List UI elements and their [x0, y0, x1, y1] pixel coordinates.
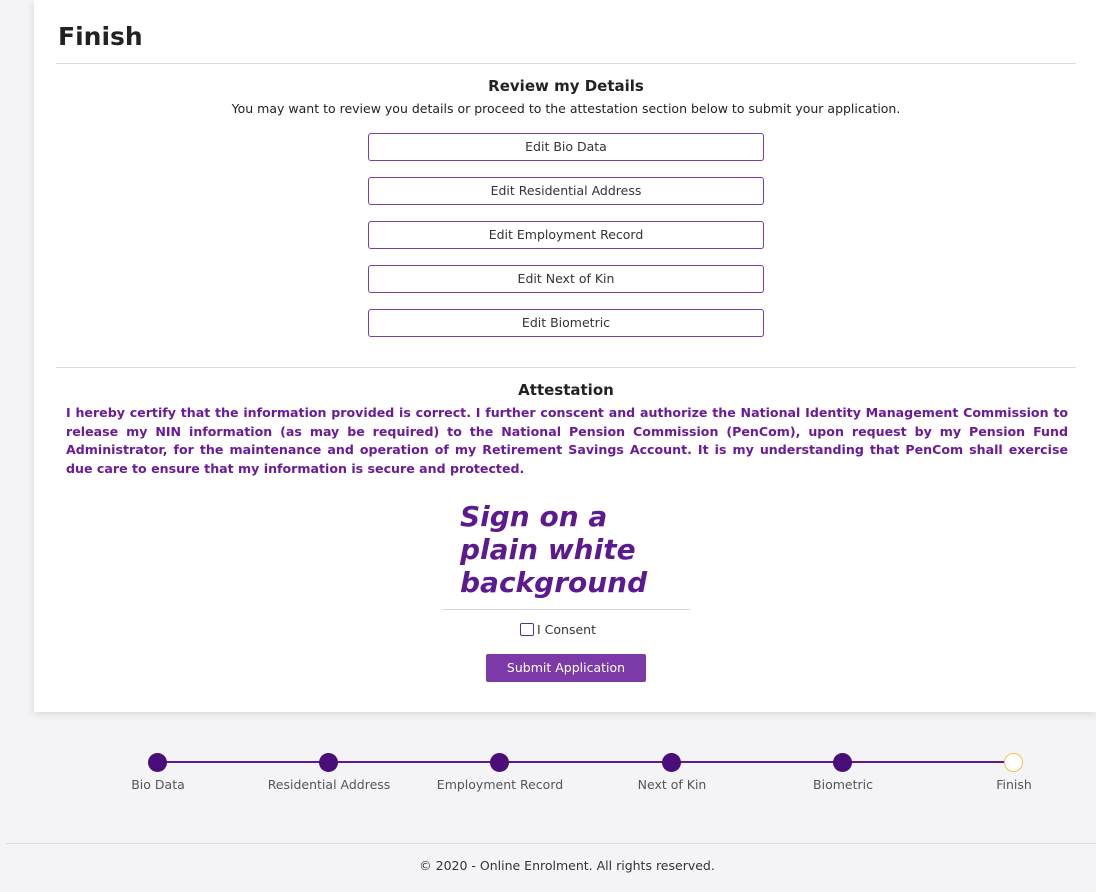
consent-checkbox[interactable]	[520, 623, 534, 636]
progress-stepper: Bio Data Residential Address Employment …	[0, 745, 1096, 805]
submit-application-button[interactable]: Submit Application	[486, 654, 646, 682]
step-employment-record-dot	[490, 753, 509, 772]
attestation-text: I hereby certify that the information pr…	[66, 405, 1068, 476]
consent-label: I Consent	[537, 622, 596, 637]
signature-instruction-line3: background	[460, 566, 648, 599]
step-next-of-kin-dot	[662, 753, 681, 772]
consent-row[interactable]: I Consent	[520, 622, 596, 637]
step-label[interactable]: Residential Address	[249, 777, 409, 792]
step-bio-data-dot	[148, 753, 167, 772]
signature-area[interactable]: Sign on a plain white background	[460, 500, 720, 599]
step-residential-address-dot	[319, 753, 338, 772]
review-section-title: Review my Details	[488, 77, 644, 95]
finish-card: Finish Review my Details You may want to…	[34, 0, 1096, 712]
footer-divider	[6, 843, 1096, 844]
signature-divider	[442, 609, 690, 610]
footer-copyright: © 2020 - Online Enrolment. All rights re…	[419, 858, 715, 873]
step-biometric-dot	[833, 753, 852, 772]
edit-next-of-kin-button[interactable]: Edit Next of Kin	[368, 265, 764, 293]
edit-biometric-button[interactable]: Edit Biometric	[368, 309, 764, 337]
attestation-title: Attestation	[518, 381, 614, 399]
page-title: Finish	[58, 22, 143, 51]
step-label[interactable]: Biometric	[763, 777, 923, 792]
step-label[interactable]: Finish	[934, 777, 1094, 792]
edit-bio-data-button[interactable]: Edit Bio Data	[368, 133, 764, 161]
divider	[56, 367, 1076, 368]
stepper-track	[158, 761, 1013, 763]
signature-instruction-line2: plain white	[460, 533, 636, 566]
step-label[interactable]: Employment Record	[420, 777, 580, 792]
divider	[56, 63, 1076, 64]
step-finish-dot	[1004, 753, 1023, 772]
edit-residential-address-button[interactable]: Edit Residential Address	[368, 177, 764, 205]
edit-employment-record-button[interactable]: Edit Employment Record	[368, 221, 764, 249]
review-section-subtitle: You may want to review you details or pr…	[231, 101, 901, 116]
step-label[interactable]: Bio Data	[78, 777, 238, 792]
step-label[interactable]: Next of Kin	[592, 777, 752, 792]
signature-instruction-line1: Sign on a	[460, 500, 608, 533]
